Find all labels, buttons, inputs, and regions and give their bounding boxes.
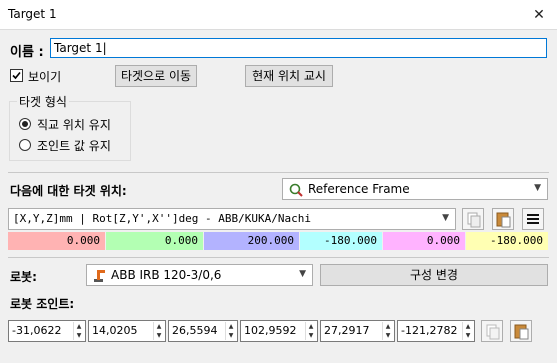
menu-icon: [527, 214, 539, 224]
teach-current-position-button[interactable]: 현재 위치 교시: [245, 65, 333, 87]
spin-arrows-icon[interactable]: ▲ ▼: [305, 322, 316, 340]
paste-icon: [514, 324, 529, 340]
robot-value: ABB IRB 120-3/0,6: [111, 268, 222, 282]
separator: [8, 172, 549, 173]
pose-value-z[interactable]: 200.000: [204, 232, 299, 250]
move-to-target-button[interactable]: 타겟으로 이동: [115, 65, 197, 87]
name-input[interactable]: Target 1|: [50, 38, 547, 58]
joint-3-spinbox[interactable]: 26,5594 ▲ ▼: [168, 320, 238, 342]
reference-frame-select[interactable]: Reference Frame ▼: [282, 178, 548, 200]
keep-cartesian-radio[interactable]: [19, 118, 31, 130]
keep-cartesian-label: 직교 위치 유지: [37, 118, 111, 132]
visible-label: 보이기: [28, 70, 62, 84]
visible-checkbox[interactable]: [10, 69, 23, 82]
joint-5-value: 27,2917: [324, 324, 370, 337]
pose-menu-button[interactable]: [522, 208, 544, 230]
joint-6-spinbox[interactable]: -121,2782 ▲ ▼: [397, 320, 475, 342]
pose-value-ry[interactable]: 0.000: [383, 232, 465, 250]
spin-arrows-icon[interactable]: ▲ ▼: [73, 322, 84, 340]
keep-joint-radio[interactable]: [19, 139, 31, 151]
robot-joints-label: 로봇 조인트:: [10, 297, 75, 311]
spin-arrows-icon[interactable]: ▲ ▼: [462, 322, 473, 340]
joint-1-value: -31,0622: [12, 324, 62, 337]
joint-2-spinbox[interactable]: 14,0205 ▲ ▼: [88, 320, 166, 342]
joint-6-value: -121,2782: [401, 324, 458, 337]
copy-pose-button[interactable]: [462, 208, 484, 230]
paste-joints-button[interactable]: [510, 320, 532, 342]
chevron-down-icon: ▼: [299, 269, 306, 279]
config-change-button[interactable]: 구성 변경: [320, 264, 548, 286]
robot-arm-icon: [94, 270, 105, 282]
name-label: 이름 :: [10, 45, 44, 60]
joint-5-spinbox[interactable]: 27,2917 ▲ ▼: [320, 320, 395, 342]
reference-frame-value: Reference Frame: [308, 182, 410, 196]
copy-icon: [467, 212, 481, 228]
joint-2-value: 14,0205: [92, 324, 138, 337]
pose-value-x[interactable]: 0.000: [8, 232, 105, 250]
joint-3-value: 26,5594: [172, 324, 218, 337]
separator: [8, 257, 549, 258]
paste-pose-button[interactable]: [492, 208, 514, 230]
target-position-label: 다음에 대한 타겟 위치:: [10, 184, 127, 198]
reference-frame-icon: [289, 183, 303, 197]
checkmark-icon: [12, 71, 21, 80]
spin-arrows-icon[interactable]: ▲ ▼: [382, 322, 393, 340]
chevron-down-icon: ▼: [534, 183, 541, 193]
pose-format-value: [X,Y,Z]mm | Rot[Z,Y',X'']deg - ABB/KUKA/…: [13, 212, 312, 225]
title-bar: Target 1 ✕: [0, 0, 557, 30]
joint-4-value: 102,9592: [244, 324, 297, 337]
close-icon[interactable]: ✕: [529, 5, 549, 25]
paste-icon: [496, 212, 511, 228]
pose-format-select[interactable]: [X,Y,Z]mm | Rot[Z,Y',X'']deg - ABB/KUKA/…: [8, 208, 456, 230]
robot-label: 로봇:: [10, 270, 37, 284]
pose-value-rz[interactable]: -180.000: [300, 232, 382, 250]
copy-joints-button[interactable]: [481, 320, 503, 342]
name-input-value: Target 1|: [54, 41, 107, 55]
robot-select[interactable]: ABB IRB 120-3/0,6 ▼: [86, 264, 313, 286]
pose-value-rx[interactable]: -180.000: [466, 232, 548, 250]
joint-4-spinbox[interactable]: 102,9592 ▲ ▼: [240, 320, 318, 342]
spin-arrows-icon[interactable]: ▲ ▼: [153, 322, 164, 340]
window-title: Target 1: [8, 7, 57, 21]
spin-arrows-icon[interactable]: ▲ ▼: [225, 322, 236, 340]
joint-1-spinbox[interactable]: -31,0622 ▲ ▼: [8, 320, 86, 342]
target-type-group-label: 타겟 형식: [17, 93, 69, 110]
pose-value-y[interactable]: 0.000: [106, 232, 203, 250]
keep-joint-label: 조인트 값 유지: [37, 139, 111, 153]
copy-icon: [486, 324, 500, 340]
chevron-down-icon: ▼: [442, 213, 449, 223]
